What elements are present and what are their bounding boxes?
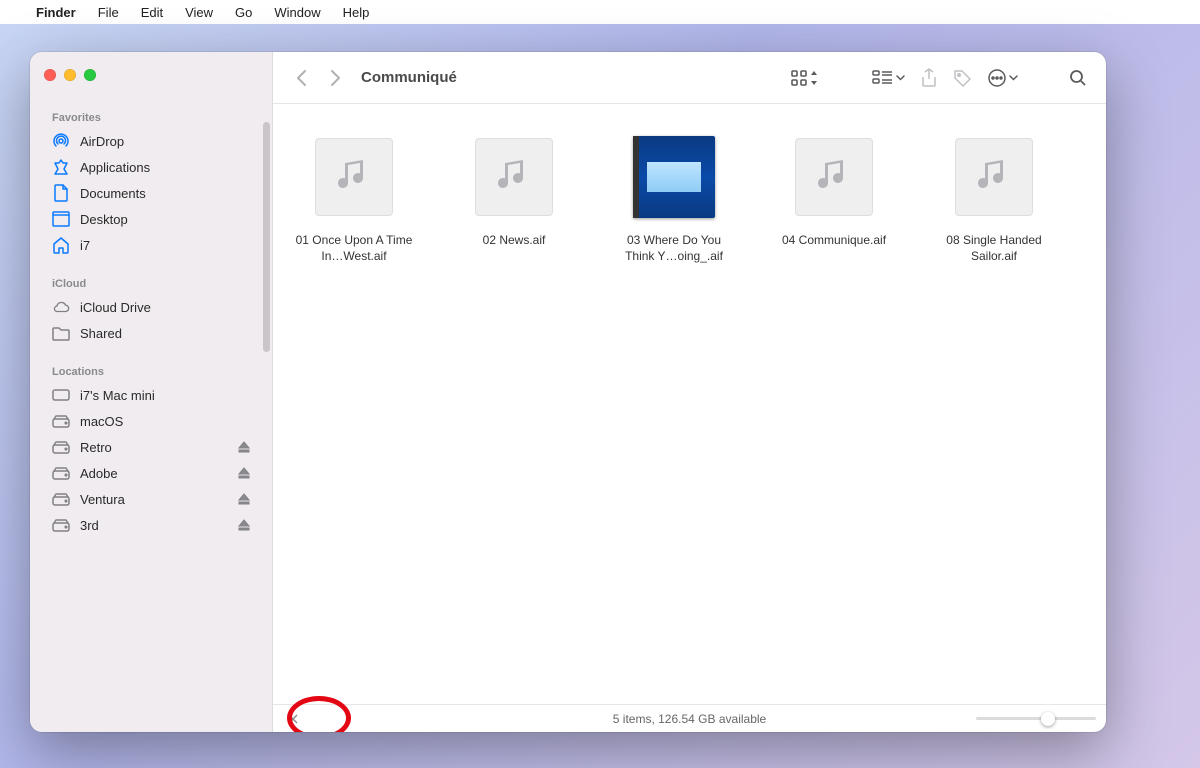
home-icon <box>52 236 70 254</box>
sidebar-item-label: Adobe <box>80 466 118 481</box>
desktop-icon <box>52 210 70 228</box>
menu-go[interactable]: Go <box>235 5 252 20</box>
status-text: 5 items, 126.54 GB available <box>613 712 766 726</box>
folder-icon <box>52 324 70 342</box>
sidebar-item-label: i7's Mac mini <box>80 388 155 403</box>
eject-icon[interactable] <box>238 441 250 453</box>
sidebar-item-icloud-drive[interactable]: iCloud Drive <box>38 294 264 320</box>
window-controls <box>44 69 96 81</box>
window-close-button[interactable] <box>44 69 56 81</box>
sidebar-section-label: Locations <box>38 360 264 382</box>
disk-icon <box>52 412 70 430</box>
menu-help[interactable]: Help <box>343 5 370 20</box>
icon-size-slider[interactable] <box>976 711 1096 727</box>
window-minimize-button[interactable] <box>64 69 76 81</box>
search-button[interactable] <box>1064 64 1092 92</box>
audio-file-icon <box>795 138 873 216</box>
file-name-label: 04 Communique.aif <box>782 232 886 248</box>
eject-icon[interactable] <box>238 467 250 479</box>
eject-icon[interactable] <box>238 519 250 531</box>
sidebar-item-adobe[interactable]: Adobe <box>38 460 264 486</box>
window-title: Communiqué <box>361 69 457 86</box>
sidebar-item-label: i7 <box>80 238 90 253</box>
sidebar-item-label: Applications <box>80 160 150 175</box>
sidebar-item-label: Retro <box>80 440 112 455</box>
forward-button[interactable] <box>321 64 349 92</box>
sidebar-section-label: Favorites <box>38 106 264 128</box>
sidebar-item-retro[interactable]: Retro <box>38 434 264 460</box>
doc-icon <box>52 184 70 202</box>
disk-icon <box>52 438 70 456</box>
audio-file-icon <box>315 138 393 216</box>
audio-file-icon <box>475 138 553 216</box>
system-menubar: Finder File Edit View Go Window Help <box>0 0 1200 24</box>
status-close-button[interactable] <box>283 714 303 724</box>
menu-edit[interactable]: Edit <box>141 5 163 20</box>
file-item[interactable]: 01 Once Upon A Time In…West.aif <box>291 130 417 264</box>
cloud-icon <box>52 298 70 316</box>
sidebar-section-label: iCloud <box>38 272 264 294</box>
file-item[interactable]: 02 News.aif <box>451 130 577 264</box>
disk-icon <box>52 516 70 534</box>
sidebar-item-label: Documents <box>80 186 146 201</box>
sidebar: Favorites AirDrop Applications Documents… <box>30 52 273 732</box>
file-item[interactable]: 08 Single Handed Sailor.aif <box>931 130 1057 264</box>
file-icon-grid[interactable]: 01 Once Upon A Time In…West.aif 02 News.a… <box>273 104 1106 704</box>
sidebar-scrollbar[interactable] <box>263 122 270 352</box>
action-menu-button[interactable] <box>983 64 1022 92</box>
sidebar-item-i7[interactable]: i7 <box>38 232 264 258</box>
apps-icon <box>52 158 70 176</box>
status-bar: 5 items, 126.54 GB available <box>273 704 1106 732</box>
sidebar-item-airdrop[interactable]: AirDrop <box>38 128 264 154</box>
file-item[interactable]: 04 Communique.aif <box>771 130 897 264</box>
menu-file[interactable]: File <box>98 5 119 20</box>
sidebar-item-label: Ventura <box>80 492 125 507</box>
group-by-button[interactable] <box>868 64 909 92</box>
sidebar-item-label: AirDrop <box>80 134 124 149</box>
window-zoom-button[interactable] <box>84 69 96 81</box>
app-name-menu[interactable]: Finder <box>36 5 76 20</box>
file-name-label: 01 Once Upon A Time In…West.aif <box>291 232 417 264</box>
back-button[interactable] <box>287 64 315 92</box>
sidebar-item-i7-s-mac-mini[interactable]: i7's Mac mini <box>38 382 264 408</box>
menu-view[interactable]: View <box>185 5 213 20</box>
audio-file-icon <box>955 138 1033 216</box>
sidebar-item-ventura[interactable]: Ventura <box>38 486 264 512</box>
album-art-icon <box>633 136 715 218</box>
file-name-label: 02 News.aif <box>483 232 546 248</box>
sidebar-item-label: macOS <box>80 414 123 429</box>
file-item[interactable]: 03 Where Do You Think Y…oing_.aif <box>611 130 737 264</box>
sidebar-item-label: Shared <box>80 326 122 341</box>
file-name-label: 08 Single Handed Sailor.aif <box>931 232 1057 264</box>
toolbar: Communiqué <box>273 52 1106 104</box>
sidebar-item-desktop[interactable]: Desktop <box>38 206 264 232</box>
sidebar-item-label: Desktop <box>80 212 128 227</box>
disk-icon <box>52 464 70 482</box>
share-button[interactable] <box>915 64 943 92</box>
sidebar-item-macos[interactable]: macOS <box>38 408 264 434</box>
tags-button[interactable] <box>949 64 977 92</box>
sidebar-item-documents[interactable]: Documents <box>38 180 264 206</box>
eject-icon[interactable] <box>238 493 250 505</box>
disk-icon <box>52 490 70 508</box>
sidebar-item-applications[interactable]: Applications <box>38 154 264 180</box>
menu-window[interactable]: Window <box>274 5 320 20</box>
sidebar-item-3rd[interactable]: 3rd <box>38 512 264 538</box>
sidebar-item-shared[interactable]: Shared <box>38 320 264 346</box>
airdrop-icon <box>52 132 70 150</box>
view-mode-icons-button[interactable] <box>786 64 822 92</box>
file-name-label: 03 Where Do You Think Y…oing_.aif <box>611 232 737 264</box>
finder-window: Favorites AirDrop Applications Documents… <box>30 52 1106 732</box>
mac-icon <box>52 386 70 404</box>
sidebar-item-label: 3rd <box>80 518 99 533</box>
sidebar-item-label: iCloud Drive <box>80 300 151 315</box>
